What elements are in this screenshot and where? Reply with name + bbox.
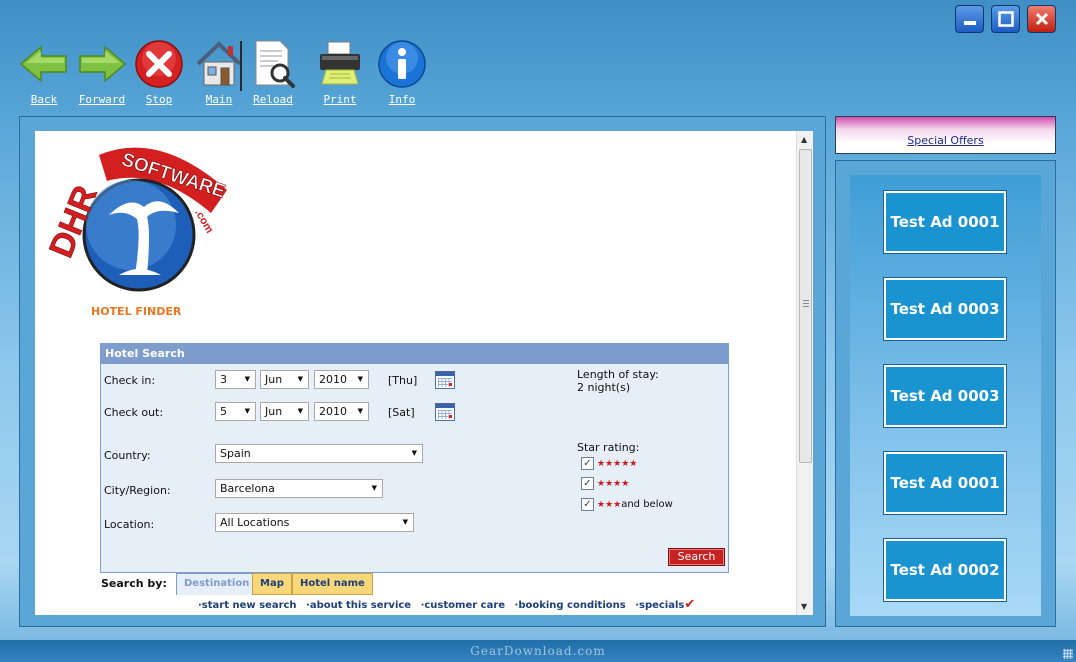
ads-frame: Test Ad 0001 Test Ad 0003 Test Ad 0003 T… [835, 160, 1056, 627]
ad-banner[interactable]: Test Ad 0001 [883, 190, 1007, 254]
checkout-day-select[interactable]: 5 [215, 402, 256, 421]
tab-destination[interactable]: Destination [176, 573, 258, 595]
back-arrow-icon [19, 45, 67, 83]
tab-hotel-name[interactable]: Hotel name [292, 573, 373, 595]
stop-label: Stop [145, 93, 173, 106]
info-button[interactable]: Info [377, 38, 427, 106]
star-5-checkbox[interactable]: ✓ [581, 457, 594, 470]
back-label: Back [30, 93, 58, 106]
info-icon [378, 40, 426, 88]
toolbar: Back Forward Stop Main Reload Print Info [18, 38, 427, 106]
length-of-stay: Length of stay: 2 night(s) [577, 368, 659, 394]
reload-button[interactable]: Reload [247, 38, 299, 106]
checkout-label: Check out: [104, 406, 164, 419]
country-select[interactable]: Spain [215, 444, 423, 463]
reload-page-icon [255, 40, 295, 88]
printer-icon [320, 41, 360, 85]
checkout-calendar-icon[interactable] [435, 403, 455, 421]
link-customer-care[interactable]: ·customer care [421, 600, 505, 611]
checkin-calendar-icon[interactable] [435, 371, 455, 389]
search-by-label: Search by: [101, 577, 167, 590]
print-button[interactable]: Print [315, 38, 365, 106]
star-4-checkbox[interactable]: ✓ [581, 477, 594, 490]
ad-banner[interactable]: Test Ad 0001 [883, 451, 1007, 515]
main-frame: SOFTWARE .com DHR HOTEL FINDER Hotel Sea… [19, 116, 826, 627]
toolbar-separator [240, 41, 242, 91]
close-icon [1035, 12, 1048, 26]
forward-label: Forward [78, 93, 126, 106]
tab-map[interactable]: Map [252, 573, 292, 595]
link-booking-conditions[interactable]: ·booking conditions [515, 600, 626, 611]
hotel-search-title: Hotel Search [101, 344, 728, 364]
back-button[interactable]: Back [18, 38, 70, 106]
length-of-stay-label: Length of stay: [577, 368, 659, 381]
ad-banner[interactable]: Test Ad 0002 [883, 538, 1007, 602]
star-3-checkbox[interactable]: ✓ [581, 498, 594, 511]
ads-panel: Test Ad 0001 Test Ad 0003 Test Ad 0003 T… [850, 175, 1041, 616]
forward-button[interactable]: Forward [74, 38, 130, 106]
resize-grip[interactable] [1063, 649, 1073, 659]
ad-banner[interactable]: Test Ad 0003 [883, 277, 1007, 341]
stop-icon [135, 40, 183, 88]
maximize-button[interactable] [991, 5, 1020, 33]
star-5-option[interactable]: ✓ ★★★★★ [581, 457, 637, 470]
location-select[interactable]: All Locations [215, 513, 414, 532]
status-bar: GearDownload.com [0, 640, 1076, 662]
link-specials[interactable]: ·specials [635, 600, 684, 611]
forward-arrow-icon [79, 45, 127, 83]
checkin-weekday: [Thu] [388, 374, 418, 387]
country-label: Country: [104, 449, 151, 462]
logo-hotel-finder-text: HOTEL FINDER [91, 305, 182, 318]
checkmark-icon: ✔ [684, 597, 696, 612]
city-region-select[interactable]: Barcelona [215, 479, 383, 498]
main-label: Main [205, 93, 233, 106]
dhr-software-logo: SOFTWARE .com DHR [39, 135, 239, 325]
length-of-stay-value: 2 night(s) [577, 381, 631, 394]
ad-banner[interactable]: Test Ad 0003 [883, 364, 1007, 428]
watermark-text: GearDownload.com [470, 644, 606, 658]
footer-links: ·start new search ·about this service ·c… [198, 597, 701, 612]
star-3-option[interactable]: ✓ ★★★ and below [581, 498, 673, 511]
main-button[interactable]: Main [194, 38, 244, 106]
vertical-scrollbar[interactable]: ▲ ▼ [796, 131, 813, 615]
maximize-icon [997, 11, 1014, 27]
checkout-month-select[interactable]: Jun [260, 402, 309, 421]
checkin-label: Check in: [104, 374, 156, 387]
checkout-year-select[interactable]: 2010 [314, 402, 369, 421]
location-label: Location: [104, 518, 155, 531]
city-region-label: City/Region: [104, 484, 171, 497]
scroll-down-arrow-icon[interactable]: ▼ [801, 602, 807, 611]
browser-view: SOFTWARE .com DHR HOTEL FINDER Hotel Sea… [35, 131, 813, 615]
minimize-icon [963, 21, 976, 25]
window-controls [955, 5, 1056, 33]
print-label: Print [323, 93, 357, 106]
minimize-button[interactable] [955, 5, 984, 33]
info-label: Info [388, 93, 416, 106]
home-icon [196, 41, 242, 86]
star-4-stars: ★★★★ [597, 478, 630, 489]
checkin-year-select[interactable]: 2010 [314, 370, 369, 389]
star-3-suffix: and below [621, 499, 673, 510]
special-offers-link[interactable]: Special Offers [907, 134, 983, 147]
close-button[interactable] [1027, 5, 1056, 33]
star-3-stars: ★★★ [597, 499, 622, 510]
link-about-service[interactable]: ·about this service [306, 600, 411, 611]
star-4-option[interactable]: ✓ ★★★★ [581, 477, 629, 490]
checkin-day-select[interactable]: 3 [215, 370, 256, 389]
special-offers-box: Special Offers [835, 116, 1056, 154]
reload-label: Reload [253, 93, 293, 106]
scroll-thumb[interactable] [799, 149, 812, 463]
scroll-up-arrow-icon[interactable]: ▲ [801, 135, 807, 144]
star-5-stars: ★★★★★ [597, 458, 638, 469]
link-start-new-search[interactable]: ·start new search [198, 600, 297, 611]
checkin-month-select[interactable]: Jun [260, 370, 309, 389]
search-button[interactable]: Search [668, 548, 725, 566]
star-rating-label: Star rating: [577, 441, 640, 454]
checkout-weekday: [Sat] [388, 406, 415, 419]
stop-button[interactable]: Stop [134, 38, 184, 106]
hotel-search-panel: Hotel Search Check in: 3 Jun 2010 [Thu] … [100, 343, 729, 573]
